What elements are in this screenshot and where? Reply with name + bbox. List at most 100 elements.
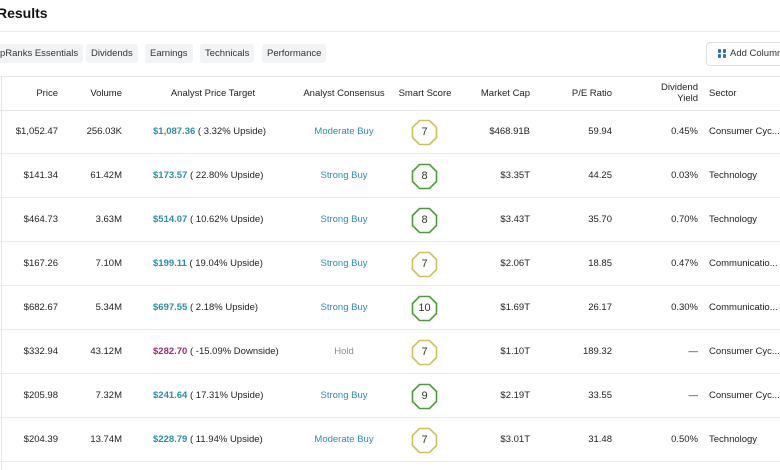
sector-cell: Communicatio... [709, 302, 778, 313]
smart-score-value: 7 [421, 346, 428, 358]
upside-text: ( 2.18% Upside) [189, 302, 259, 313]
pe-ratio-cell: 44.25 [588, 170, 612, 181]
upside-text: ( 22.80% Upside) [189, 170, 264, 181]
consensus-cell[interactable]: Strong Buy [295, 374, 393, 418]
tab-dividends[interactable]: Dividends [86, 44, 138, 63]
upside-text: ( 19.04% Upside) [189, 258, 263, 269]
table-row[interactable]: $141.34 61.42M $173.57 ( 22.80% Upside) Str… [0, 154, 780, 198]
sector-cell: Consumer Cyc... [709, 390, 780, 401]
smart-score-value: 8 [421, 214, 428, 226]
smart-score-badge[interactable]: 9 [411, 383, 438, 410]
smart-score-badge[interactable]: 10 [411, 295, 438, 322]
upside-text: ( 3.32% Upside) [197, 126, 267, 137]
dividend-yield-cell: — [688, 390, 699, 401]
col-header-sector[interactable]: Sector [709, 88, 779, 99]
table-row[interactable]: $204.39 13.74M $228.79 ( 11.94% Upside) Mod… [0, 418, 780, 462]
dividend-yield-cell: 0.47% [671, 258, 698, 269]
price-target-cell: $241.64 ( 17.31% Upside) [153, 374, 303, 418]
tab-performance[interactable]: Performance [262, 44, 327, 63]
consensus-cell[interactable]: Strong Buy [295, 154, 393, 198]
upside-text: ( 10.62% Upside) [189, 214, 264, 225]
table-row[interactable]: $167.26 7.10M $199.11 ( 19.04% Upside) Stro… [0, 242, 780, 286]
market-cap-cell: $468.91B [489, 126, 530, 137]
pe-ratio-cell: 26.17 [588, 302, 612, 313]
col-header-consensus[interactable]: Analyst Consensus [295, 88, 393, 99]
tab-technicals[interactable]: Technicals [200, 44, 255, 63]
dividend-yield-cell: 0.03% [671, 170, 698, 181]
col-header-price-target[interactable]: Analyst Price Target [150, 88, 276, 99]
price-target-cell: $282.70 ( -15.09% Downside) [153, 330, 303, 374]
col-header-volume[interactable]: Volume [60, 88, 122, 99]
consensus-cell[interactable]: Strong Buy [295, 198, 393, 242]
smart-score-value: 10 [418, 302, 431, 314]
price-target-link[interactable]: $697.55 [153, 302, 187, 313]
smart-score-badge[interactable]: 8 [411, 163, 438, 190]
smart-score-badge[interactable]: 7 [411, 339, 438, 366]
add-columns-button[interactable]: Add Column [706, 42, 780, 66]
columns-icon [718, 49, 726, 58]
table-row[interactable]: $682.67 5.34M $697.55 ( 2.18% Upside) Stron… [0, 286, 780, 330]
sector-cell: Technology [709, 214, 758, 225]
consensus-cell[interactable]: Hold [295, 330, 393, 374]
price-cell: $204.39 [23, 434, 58, 445]
price-target-cell: $1,087.36 ( 3.32% Upside) [153, 110, 303, 154]
price-cell: $1,052.47 [15, 126, 58, 137]
consensus-cell[interactable]: Strong Buy [295, 286, 393, 330]
col-header-dividend-yield[interactable]: Dividend Yield [630, 82, 698, 104]
dividend-yield-cell: 0.50% [671, 434, 698, 445]
price-target-link[interactable]: $228.79 [153, 434, 187, 445]
tab-essentials[interactable]: pRanks Essentials [0, 44, 84, 63]
upside-text: ( 11.94% Upside) [189, 434, 263, 445]
price-cell: $205.98 [23, 390, 58, 401]
col-header-pe-ratio[interactable]: P/E Ratio [540, 88, 612, 99]
price-target-link[interactable]: $282.70 [153, 346, 187, 357]
consensus-cell[interactable]: Moderate Buy [295, 418, 393, 462]
consensus-cell[interactable]: Strong Buy [295, 242, 393, 286]
volume-cell: 3.63M [95, 214, 122, 225]
consensus-cell[interactable]: Moderate Buy [295, 110, 393, 154]
smart-score-badge[interactable]: 7 [411, 119, 438, 146]
market-cap-cell: $1.69T [500, 302, 530, 313]
smart-score-value: 7 [421, 126, 428, 138]
sector-cell: Consumer Cyc... [709, 126, 780, 137]
page-title: Results [0, 5, 48, 21]
tab-earnings[interactable]: Earnings [145, 44, 193, 63]
dividend-yield-cell: 0.45% [671, 126, 698, 137]
price-target-link[interactable]: $199.11 [153, 258, 187, 269]
price-target-link[interactable]: $241.64 [153, 390, 187, 401]
price-target-cell: $173.57 ( 22.80% Upside) [153, 154, 303, 198]
market-cap-cell: $3.43T [500, 214, 530, 225]
table-row[interactable]: $1,052.47 256.03K $1,087.36 ( 3.32% Upside… [0, 110, 780, 154]
pe-ratio-cell: 33.55 [588, 390, 612, 401]
smart-score-value: 8 [421, 170, 428, 182]
pe-ratio-cell: 31.48 [588, 434, 612, 445]
smart-score-value: 7 [421, 258, 428, 270]
table-row[interactable]: $332.94 43.12M $282.70 ( -15.09% Downside)… [0, 330, 780, 374]
smart-score-value: 7 [421, 434, 428, 446]
price-target-link[interactable]: $1,087.36 [153, 126, 195, 137]
smart-score-value: 9 [421, 390, 428, 402]
smart-score-badge[interactable]: 7 [411, 251, 438, 278]
price-cell: $464.73 [23, 214, 58, 225]
price-target-link[interactable]: $514.07 [153, 214, 187, 225]
col-header-price[interactable]: Price [0, 88, 58, 99]
price-cell: $682.67 [23, 302, 58, 313]
price-cell: $167.26 [23, 258, 58, 269]
upside-text: ( -15.09% Downside) [189, 346, 279, 357]
table-row[interactable]: $205.98 7.32M $241.64 ( 17.31% Upside) Stro… [0, 374, 780, 418]
price-target-cell: $514.07 ( 10.62% Upside) [153, 198, 303, 242]
pe-ratio-cell: 18.85 [588, 258, 612, 269]
volume-cell: 61.42M [90, 170, 122, 181]
table-row[interactable]: $464.73 3.63M $514.07 ( 10.62% Upside) Stro… [0, 198, 780, 242]
table-header: Price Volume Analyst Price Target Analys… [0, 77, 780, 110]
market-cap-cell: $1.10T [500, 346, 530, 357]
col-header-market-cap[interactable]: Market Cap [460, 88, 530, 99]
dividend-yield-cell: 0.30% [671, 302, 698, 313]
add-columns-label: Add Column [730, 48, 780, 59]
smart-score-badge[interactable]: 7 [411, 427, 438, 454]
price-target-link[interactable]: $173.57 [153, 170, 187, 181]
col-header-smart-score[interactable]: Smart Score [393, 88, 457, 99]
market-cap-cell: $3.01T [500, 434, 530, 445]
price-target-cell: $199.11 ( 19.04% Upside) [153, 242, 303, 286]
smart-score-badge[interactable]: 8 [411, 207, 438, 234]
